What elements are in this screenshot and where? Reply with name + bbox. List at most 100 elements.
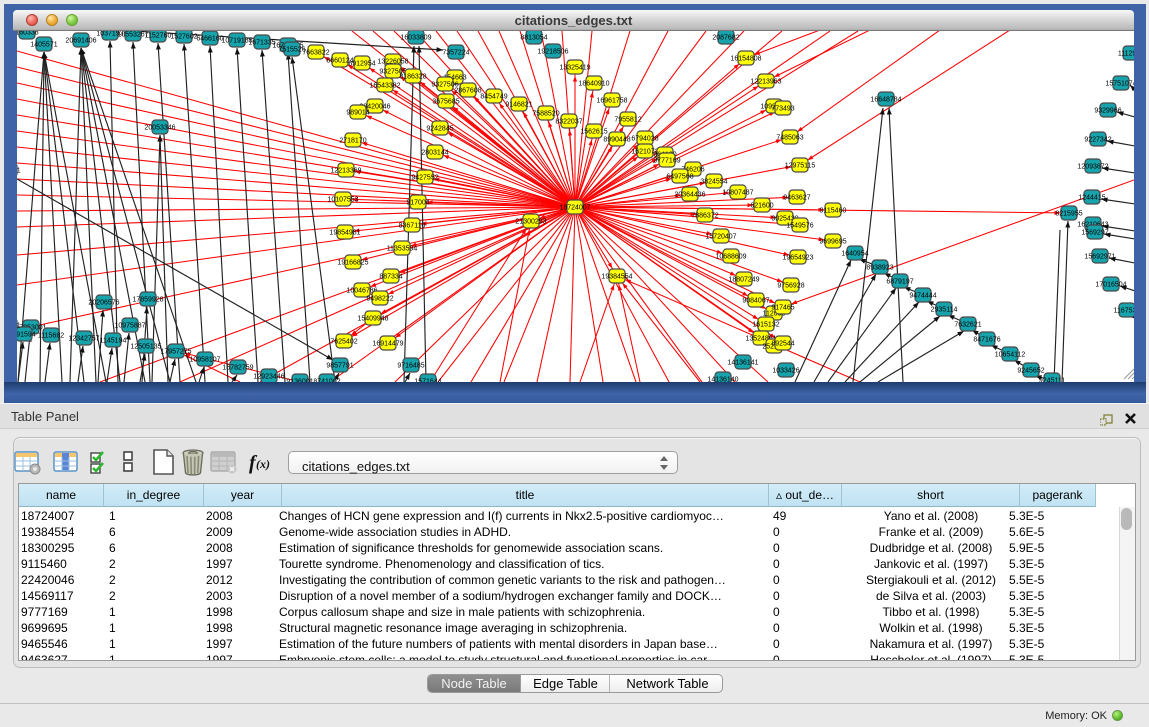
svg-text:12213963: 12213963 [750, 79, 781, 86]
svg-text:2867608: 2867608 [454, 88, 481, 95]
svg-text:9227342: 9227342 [1084, 137, 1111, 144]
svg-text:17957275: 17957275 [160, 349, 191, 356]
svg-text:1115682: 1115682 [38, 333, 64, 340]
svg-text:773493: 773493 [771, 106, 794, 113]
svg-text:8454749: 8454749 [480, 94, 507, 101]
svg-text:8990448: 8990448 [603, 137, 630, 144]
svg-text:2803144: 2803144 [421, 150, 448, 157]
svg-text:1145194: 1145194 [100, 338, 127, 345]
svg-text:391594: 391594 [17, 332, 36, 339]
svg-text:873001: 873001 [17, 323, 21, 330]
svg-text:6794028: 6794028 [631, 136, 658, 143]
svg-text:9136001: 9136001 [286, 379, 313, 383]
svg-text:7886372: 7886372 [691, 213, 718, 220]
svg-text:14136140: 14136140 [707, 377, 738, 383]
svg-text:9716485: 9716485 [397, 363, 424, 370]
svg-text:8367110: 8367110 [399, 223, 426, 230]
svg-text:8322037: 8322037 [555, 119, 582, 126]
svg-text:163341: 163341 [17, 168, 21, 175]
svg-text:15720407: 15720407 [705, 234, 736, 241]
svg-text:9756928: 9756928 [777, 283, 804, 290]
svg-text:1640954: 1640954 [841, 251, 868, 258]
svg-text:1244415: 1244415 [1078, 195, 1105, 202]
svg-text:20691406: 20691406 [65, 38, 96, 45]
svg-text:989014: 989014 [346, 110, 369, 117]
svg-text:16154808: 16154808 [730, 56, 761, 63]
svg-text:7955812: 7955812 [614, 117, 641, 124]
svg-text:10975887: 10975887 [114, 323, 145, 330]
svg-text:892544: 892544 [771, 341, 794, 348]
svg-text:9427552: 9427552 [411, 175, 438, 182]
svg-text:8938923: 8938923 [866, 265, 893, 272]
svg-text:9115460: 9115460 [820, 208, 847, 215]
svg-text:1571644: 1571644 [414, 379, 441, 383]
svg-text:20053346: 20053346 [144, 125, 175, 132]
svg-text:19218506: 19218506 [537, 49, 568, 56]
svg-text:6466160: 6466160 [196, 36, 223, 43]
svg-text:7632621: 7632621 [954, 322, 981, 329]
svg-text:9084067: 9084067 [742, 298, 769, 305]
svg-text:1112983: 1112983 [1118, 51, 1134, 58]
svg-text:12342757: 12342757 [68, 336, 99, 343]
svg-text:6879197: 6879197 [886, 279, 913, 286]
svg-text:16033809: 16033809 [400, 35, 431, 42]
svg-text:15692971: 15692971 [1084, 254, 1115, 261]
svg-text:2935114: 2935114 [931, 307, 958, 314]
svg-text:18724007: 18724007 [559, 205, 590, 212]
svg-text:15751074: 15751074 [1105, 81, 1134, 88]
svg-text:10107553: 10107553 [327, 197, 358, 204]
svg-text:3824554: 3824554 [700, 179, 727, 186]
svg-text:7588520: 7588520 [532, 111, 559, 118]
svg-text:1527602: 1527602 [170, 34, 197, 41]
svg-text:17859928: 17859928 [132, 297, 163, 304]
svg-text:19166825: 19166825 [337, 260, 368, 267]
svg-text:7625402: 7625402 [330, 339, 357, 346]
svg-text:887334: 887334 [379, 274, 402, 281]
svg-text:2087682: 2087682 [712, 35, 739, 42]
svg-text:18640910: 18640910 [578, 81, 609, 88]
svg-text:917004: 917004 [406, 200, 429, 207]
svg-text:8215955: 8215955 [1055, 211, 1082, 218]
svg-text:9857791: 9857791 [326, 363, 353, 370]
svg-text:16782759: 16782759 [222, 365, 253, 372]
svg-text:7485063: 7485063 [776, 135, 803, 142]
svg-text:10688609: 10688609 [715, 254, 746, 261]
svg-text:6497568: 6497568 [666, 174, 693, 181]
svg-text:21300293: 21300293 [515, 219, 546, 226]
svg-text:17016504: 17016504 [1095, 282, 1126, 289]
svg-text:8471676: 8471676 [973, 337, 1000, 344]
svg-text:160338: 160338 [17, 31, 39, 37]
svg-text:9699695: 9699695 [819, 239, 846, 246]
svg-text:1033426: 1033426 [772, 368, 799, 375]
svg-text:13325419: 13325419 [559, 65, 590, 72]
svg-text:19654923: 19654923 [782, 255, 813, 262]
svg-text:1167534: 1167534 [1114, 308, 1134, 315]
svg-text:8741002: 8741002 [313, 379, 340, 383]
svg-text:10958107: 10958107 [189, 357, 220, 364]
svg-text:16648784: 16648784 [870, 97, 901, 104]
svg-text:10807487: 10807487 [722, 190, 753, 197]
svg-text:12505135: 12505135 [130, 344, 161, 351]
svg-text:12213369: 12213369 [330, 168, 361, 175]
svg-text:8813054: 8813054 [520, 35, 547, 42]
svg-text:12923446: 12923446 [253, 374, 284, 381]
svg-text:9463627: 9463627 [783, 195, 810, 202]
svg-text:7357224: 7357224 [442, 50, 469, 57]
svg-text:16543382: 16543382 [369, 83, 400, 90]
svg-text:8912954: 8912954 [348, 61, 375, 68]
svg-text:20364436: 20364436 [674, 192, 705, 199]
svg-text:12975115: 12975115 [785, 163, 816, 170]
svg-text:15409948: 15409948 [357, 316, 388, 323]
svg-text:20206576: 20206576 [88, 300, 119, 307]
svg-text:9242845: 9242845 [426, 126, 453, 133]
svg-text:9474444: 9474444 [909, 293, 936, 300]
svg-text:7663822: 7663822 [302, 50, 329, 57]
svg-text:(x): (x) [256, 457, 270, 471]
svg-text:1549576: 1549576 [786, 223, 813, 230]
svg-text:917465: 917465 [771, 305, 794, 312]
svg-text:9146821: 9146821 [505, 102, 532, 109]
svg-text:1562615: 1562615 [580, 129, 607, 136]
svg-text:18807249: 18807249 [728, 277, 759, 284]
svg-text:621600: 621600 [750, 203, 773, 210]
svg-text:9245652: 9245652 [1017, 368, 1044, 375]
